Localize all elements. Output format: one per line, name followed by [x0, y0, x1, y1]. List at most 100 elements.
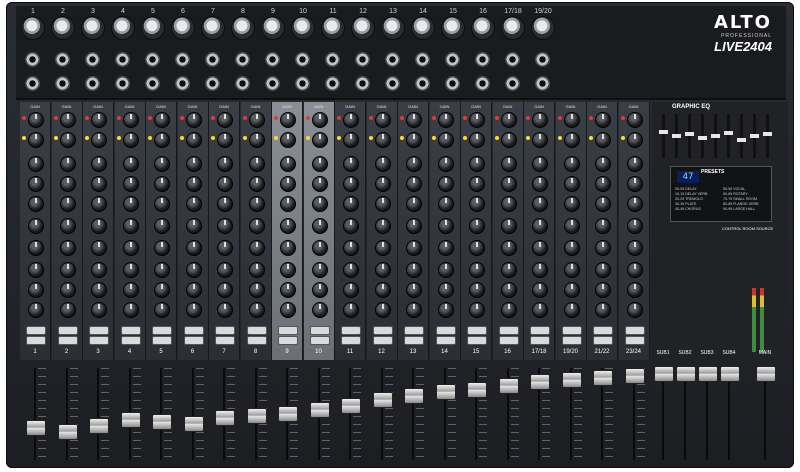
rotary-knob[interactable]: [437, 302, 454, 318]
solo-button[interactable]: [341, 336, 361, 345]
rotary-knob[interactable]: [563, 262, 580, 278]
insert-jack[interactable]: [175, 76, 190, 91]
rotary-knob[interactable]: [311, 262, 328, 278]
insert-jack[interactable]: [295, 76, 310, 91]
mute-button[interactable]: [498, 326, 519, 335]
line-input-jack[interactable]: [295, 52, 310, 67]
mute-button[interactable]: [152, 326, 172, 335]
rotary-knob[interactable]: [28, 262, 44, 278]
rotary-knob[interactable]: [154, 132, 170, 148]
rotary-knob[interactable]: [28, 302, 44, 318]
rotary-knob[interactable]: [500, 240, 517, 256]
line-input-jack[interactable]: [475, 52, 490, 67]
mute-button[interactable]: [26, 326, 46, 335]
line-input-jack[interactable]: [175, 52, 190, 67]
line-input-jack[interactable]: [265, 52, 280, 67]
insert-jack[interactable]: [415, 76, 430, 91]
rotary-knob[interactable]: [217, 196, 233, 212]
solo-button[interactable]: [183, 336, 204, 345]
eq-band-cap[interactable]: [724, 130, 733, 135]
rotary-knob[interactable]: [248, 240, 265, 256]
eq-band-cap[interactable]: [698, 136, 707, 140]
solo-button[interactable]: [57, 336, 78, 345]
rotary-knob[interactable]: [469, 282, 485, 298]
rotary-knob[interactable]: [91, 156, 107, 172]
channel-fader[interactable]: [493, 362, 523, 466]
rotary-knob[interactable]: [185, 240, 202, 256]
fader-cap[interactable]: [341, 398, 361, 414]
rotary-knob[interactable]: [437, 262, 454, 278]
rotary-knob[interactable]: [122, 282, 139, 298]
fader-cap[interactable]: [309, 402, 330, 418]
rotary-knob[interactable]: [563, 112, 580, 128]
solo-button[interactable]: [530, 336, 550, 345]
main-fader[interactable]: MAIN: [750, 350, 780, 466]
rotary-knob[interactable]: [469, 302, 485, 318]
eq-band-cap[interactable]: [763, 132, 772, 136]
rotary-knob[interactable]: [311, 132, 328, 148]
rotary-knob[interactable]: [532, 282, 548, 298]
insert-jack[interactable]: [265, 76, 280, 91]
xlr-input[interactable]: [261, 16, 285, 40]
rotary-knob[interactable]: [217, 240, 233, 256]
rotary-knob[interactable]: [469, 176, 485, 192]
eq-band-slider[interactable]: [659, 114, 668, 158]
rotary-knob[interactable]: [122, 262, 139, 278]
xlr-input[interactable]: [291, 16, 315, 40]
solo-button[interactable]: [152, 336, 172, 345]
rotary-knob[interactable]: [217, 218, 233, 234]
insert-jack[interactable]: [145, 76, 160, 91]
fader-cap[interactable]: [120, 412, 141, 428]
line-input-jack[interactable]: [115, 52, 130, 67]
rotary-knob[interactable]: [59, 156, 76, 172]
rotary-knob[interactable]: [217, 282, 233, 298]
rotary-knob[interactable]: [469, 132, 485, 148]
rotary-knob[interactable]: [185, 156, 202, 172]
mute-button[interactable]: [57, 326, 78, 335]
rotary-knob[interactable]: [595, 302, 611, 318]
solo-button[interactable]: [593, 336, 613, 345]
xlr-input[interactable]: [21, 16, 45, 40]
mute-button[interactable]: [246, 326, 267, 335]
mute-button[interactable]: [467, 326, 487, 335]
rotary-knob[interactable]: [563, 196, 580, 212]
rotary-knob[interactable]: [343, 262, 359, 278]
rotary-knob[interactable]: [154, 156, 170, 172]
rotary-knob[interactable]: [626, 282, 643, 298]
channel-fader[interactable]: [20, 362, 50, 466]
rotary-knob[interactable]: [154, 218, 170, 234]
rotary-knob[interactable]: [532, 218, 548, 234]
rotary-knob[interactable]: [122, 196, 139, 212]
eq-band-cap[interactable]: [737, 138, 746, 142]
rotary-knob[interactable]: [280, 282, 296, 298]
solo-button[interactable]: [120, 336, 141, 345]
rotary-knob[interactable]: [343, 218, 359, 234]
rotary-knob[interactable]: [626, 302, 643, 318]
rotary-knob[interactable]: [374, 112, 391, 128]
sub-fader[interactable]: SUB4: [718, 350, 740, 466]
rotary-knob[interactable]: [311, 282, 328, 298]
fader-cap[interactable]: [26, 420, 46, 436]
line-input-jack[interactable]: [535, 52, 550, 67]
rotary-knob[interactable]: [563, 176, 580, 192]
rotary-knob[interactable]: [122, 132, 139, 148]
rotary-knob[interactable]: [500, 132, 517, 148]
eq-band-slider[interactable]: [763, 114, 772, 158]
channel-fader[interactable]: [335, 362, 365, 466]
insert-jack[interactable]: [385, 76, 400, 91]
mute-button[interactable]: [120, 326, 141, 335]
rotary-knob[interactable]: [91, 262, 107, 278]
insert-jack[interactable]: [205, 76, 220, 91]
eq-band-slider[interactable]: [737, 114, 746, 158]
rotary-knob[interactable]: [437, 196, 454, 212]
rotary-knob[interactable]: [406, 302, 422, 318]
line-input-jack[interactable]: [85, 52, 100, 67]
insert-jack[interactable]: [355, 76, 370, 91]
eq-band-cap[interactable]: [672, 134, 681, 138]
rotary-knob[interactable]: [626, 132, 643, 148]
line-input-jack[interactable]: [385, 52, 400, 67]
rotary-knob[interactable]: [248, 218, 265, 234]
rotary-knob[interactable]: [59, 196, 76, 212]
rotary-knob[interactable]: [343, 196, 359, 212]
rotary-knob[interactable]: [280, 156, 296, 172]
